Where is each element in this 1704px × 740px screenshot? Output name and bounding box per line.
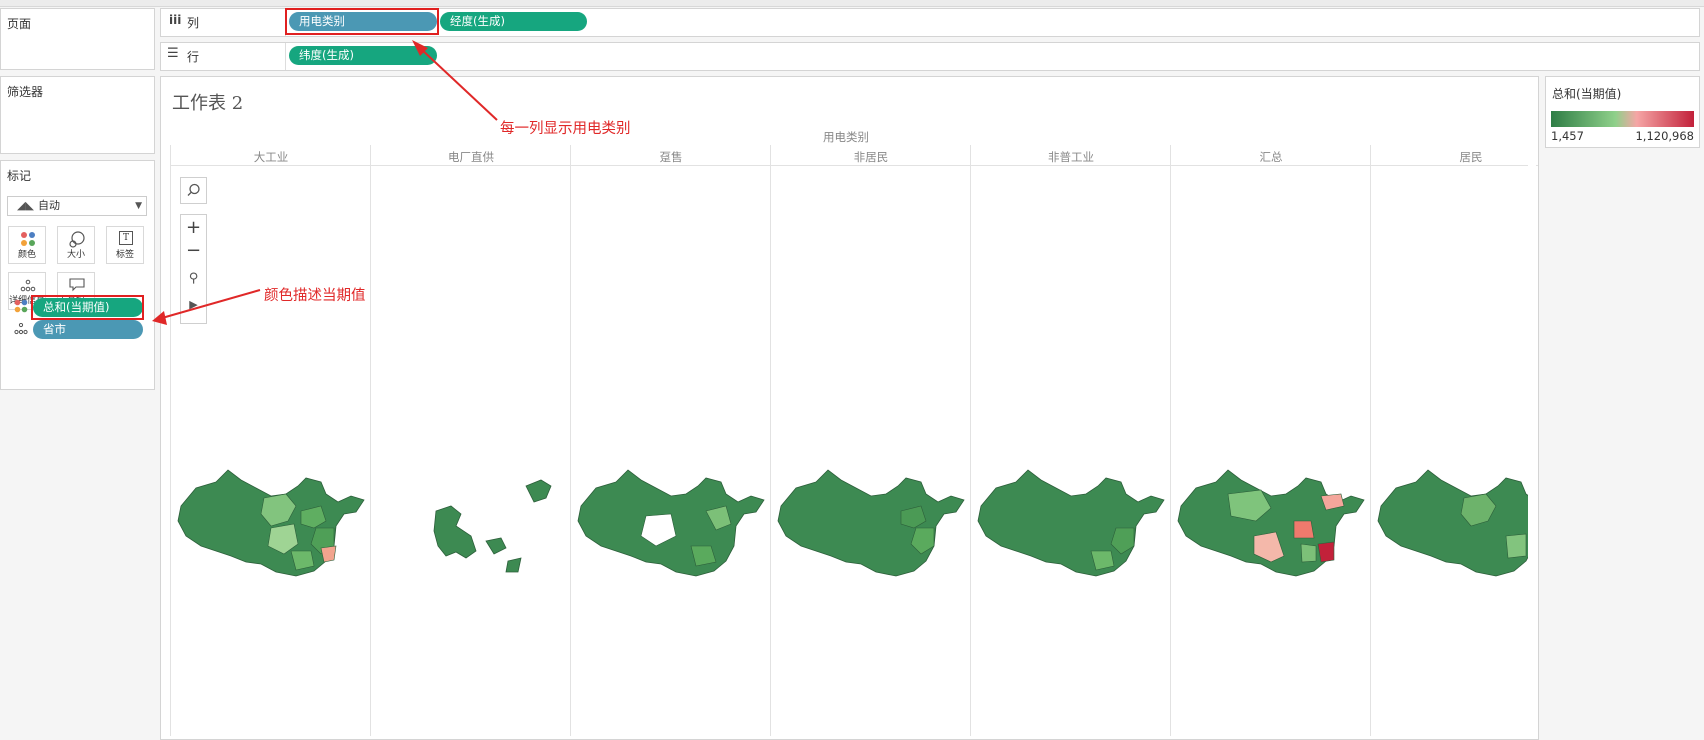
header-line bbox=[171, 165, 1538, 166]
columns-shelf-label: 列 bbox=[187, 16, 200, 30]
pages-panel: 页面 bbox=[0, 8, 155, 70]
legend-max: 1,120,968 bbox=[1635, 129, 1694, 143]
map-non-general-industry[interactable] bbox=[976, 466, 1166, 578]
rows-shelf-label: 行 bbox=[187, 50, 200, 64]
column-header: 电厂直供 bbox=[448, 150, 494, 164]
filters-panel: 筛选器 bbox=[0, 76, 155, 154]
map-icon: ◢◣ bbox=[17, 199, 34, 212]
column-header: 居民 bbox=[1459, 150, 1483, 164]
plus-icon[interactable]: + bbox=[181, 215, 206, 240]
column-divider bbox=[770, 145, 771, 736]
detail-field-pill[interactable]: 省市 bbox=[33, 320, 143, 339]
size-button-label: 大小 bbox=[66, 250, 85, 260]
marks-panel: 标记 ◢◣ 自动 ▼ 颜色 大小 T 标签 详细信息 工具提示 bbox=[0, 160, 155, 390]
label-button-label: 标签 bbox=[115, 250, 134, 260]
worksheet-right-edge bbox=[1528, 145, 1536, 736]
column-divider bbox=[1370, 145, 1371, 736]
tooltip-icon bbox=[69, 278, 85, 292]
mark-type-label: 自动 bbox=[38, 199, 60, 212]
legend-panel: 总和(当期值) 1,457 1,120,968 bbox=[1545, 76, 1700, 148]
top-strip bbox=[0, 0, 1704, 7]
column-divider bbox=[170, 145, 171, 736]
play-icon[interactable]: ▶ bbox=[181, 292, 206, 317]
color-annotation: 颜色描述当期值 bbox=[264, 288, 366, 304]
rows-icon: ☰ bbox=[167, 46, 179, 61]
color-field-highlight bbox=[31, 295, 144, 320]
column-divider bbox=[370, 145, 371, 736]
shelf-divider bbox=[285, 43, 286, 70]
column-pill-longitude[interactable]: 经度(生成) bbox=[440, 12, 587, 31]
map-non-resident[interactable] bbox=[776, 466, 966, 578]
column-divider bbox=[570, 145, 571, 736]
size-button[interactable]: 大小 bbox=[57, 226, 95, 264]
worksheet-panel: 工作表 2 用电类别 bbox=[160, 76, 1539, 740]
chevron-down-icon: ▼ bbox=[135, 201, 142, 211]
marks-title: 标记 bbox=[7, 169, 32, 183]
column-header: 非普工业 bbox=[1048, 150, 1094, 164]
minus-icon[interactable]: − bbox=[181, 240, 206, 265]
label-button[interactable]: T 标签 bbox=[106, 226, 144, 264]
map-wholesale[interactable] bbox=[576, 466, 766, 578]
map-toolbar: + − ⚲ ▶ bbox=[180, 214, 207, 324]
size-icon bbox=[69, 231, 85, 248]
legend-color-ramp[interactable] bbox=[1551, 111, 1694, 127]
detail-dots-icon bbox=[20, 279, 36, 292]
color-button-label: 颜色 bbox=[17, 250, 36, 260]
column-header: 汇总 bbox=[1259, 150, 1283, 164]
text-icon: T bbox=[119, 231, 133, 245]
legend-min: 1,457 bbox=[1551, 129, 1584, 143]
column-header: 非居民 bbox=[853, 150, 889, 164]
column-pill-highlight bbox=[285, 8, 439, 35]
search-tool[interactable] bbox=[180, 177, 207, 204]
legend-title: 总和(当期值) bbox=[1552, 87, 1622, 101]
map-large-industry[interactable] bbox=[176, 466, 366, 578]
column-header: 趸售 bbox=[659, 150, 683, 164]
map-resident[interactable] bbox=[1376, 466, 1528, 578]
filters-title: 筛选器 bbox=[7, 85, 44, 99]
color-dots-icon bbox=[21, 232, 35, 246]
mark-type-dropdown[interactable]: ◢◣ 自动 ▼ bbox=[7, 196, 147, 216]
map-power-plant-direct[interactable] bbox=[376, 466, 566, 578]
columns-icon: iii bbox=[169, 13, 182, 27]
pin-icon[interactable]: ⚲ bbox=[181, 265, 206, 292]
row-pill-latitude[interactable]: 纬度(生成) bbox=[289, 46, 437, 65]
detail-field-icon bbox=[14, 323, 28, 335]
column-divider bbox=[1170, 145, 1171, 736]
color-field-icon bbox=[14, 299, 28, 313]
column-divider bbox=[970, 145, 971, 736]
column-header-title: 用电类别 bbox=[823, 130, 869, 144]
search-icon bbox=[187, 183, 200, 196]
column-header: 大工业 bbox=[253, 150, 289, 164]
pages-title: 页面 bbox=[7, 17, 32, 31]
columns-annotation: 每一列显示用电类别 bbox=[500, 121, 631, 137]
rows-shelf: ☰ 行 纬度(生成) bbox=[160, 42, 1700, 71]
color-button[interactable]: 颜色 bbox=[8, 226, 46, 264]
worksheet-title: 工作表 2 bbox=[172, 93, 244, 114]
map-total[interactable] bbox=[1176, 466, 1366, 578]
